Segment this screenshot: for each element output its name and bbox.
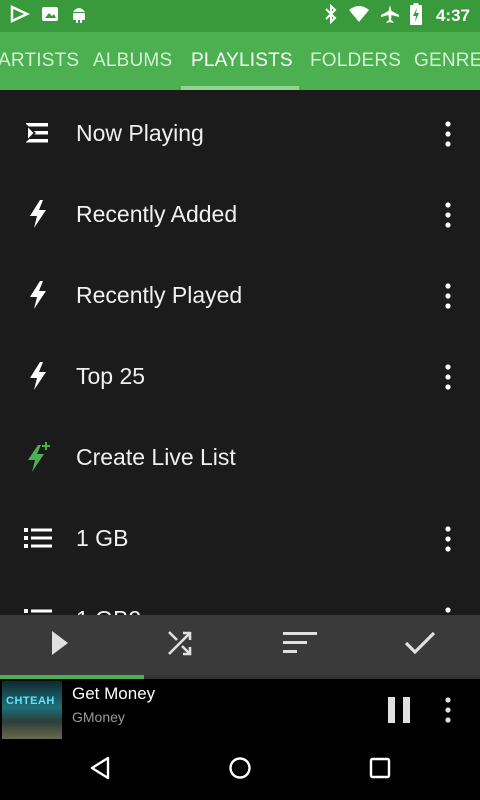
overflow-menu-icon[interactable] [440,524,456,554]
android-debug-icon [70,4,88,29]
list-item-label: 1 GB [76,525,129,551]
list-item-label: Recently Added [76,201,238,227]
overflow-menu-icon[interactable] [440,281,456,311]
pause-button[interactable] [384,695,414,725]
bolt-add-icon [22,441,54,473]
active-tab-indicator [181,86,299,90]
home-icon [228,756,252,785]
list-item-label: Recently Played [76,282,243,308]
playlist-list[interactable]: Now Playing Recently Added Recently Play… [0,93,480,615]
overflow-menu-icon[interactable] [440,200,456,230]
track-progress-bar [0,675,480,679]
list-item-label: Create Live List [76,444,236,470]
overflow-menu-icon[interactable] [440,362,456,392]
system-nav-bar [0,740,480,800]
back-button[interactable] [60,740,140,800]
track-artist: GMoney [72,709,125,725]
shuffle-icon [165,628,195,663]
back-icon [88,756,112,785]
bolt-icon [22,360,54,392]
bluetooth-icon [324,3,338,29]
play-button[interactable] [0,615,120,675]
tab-folders[interactable]: FOLDERS [310,32,401,90]
sort-button[interactable] [240,615,360,675]
list-item[interactable]: Now Playing [0,93,480,174]
status-bar: 4:37 [0,0,480,32]
overflow-menu-icon[interactable] [440,695,456,725]
play-icon [48,629,72,662]
airplane-icon [380,4,400,29]
now-playing-bar[interactable]: CHTEAH Get Money GMoney [0,675,480,740]
list-item-label: 1 GB2 [76,579,141,615]
list-item-label: Now Playing [76,120,204,146]
list-item[interactable]: Recently Played [0,255,480,336]
recents-icon [369,757,391,784]
create-live-list-item[interactable]: Create Live List [0,417,480,498]
check-icon [404,630,436,661]
bolt-icon [22,198,54,230]
done-button[interactable] [360,615,480,675]
pause-icon [388,697,410,723]
playlist-action-bar [0,615,480,675]
bolt-icon [22,279,54,311]
list-icon [22,603,54,615]
list-item[interactable]: 1 GB2 [0,579,480,615]
list-icon [22,522,54,554]
tab-genres[interactable]: GENRES [414,32,480,90]
battery-charging-icon [409,2,422,30]
list-item-label: Top 25 [76,363,146,389]
overflow-menu-icon[interactable] [440,119,456,149]
sort-icon [282,630,318,661]
wifi-icon [348,5,370,28]
album-art-text: CHTEAH [6,695,55,707]
tab-albums[interactable]: ALBUMS [93,32,172,90]
status-time: 4:37 [435,6,470,25]
now-playing-icon [22,117,54,149]
track-progress-fill [0,675,144,679]
tab-artists[interactable]: ARTISTS [0,32,79,90]
album-art[interactable]: CHTEAH [2,681,62,739]
shuffle-button[interactable] [120,615,240,675]
home-button[interactable] [200,740,280,800]
overflow-menu-icon[interactable] [440,605,456,615]
track-title: Get Money [72,684,156,703]
tab-bar: ARTISTS ALBUMS PLAYLISTS FOLDERS GENRES [0,32,480,90]
list-item[interactable]: Recently Added [0,174,480,255]
list-item[interactable]: Top 25 [0,336,480,417]
list-item[interactable]: 1 GB [0,498,480,579]
tab-playlists[interactable]: PLAYLISTS [191,32,293,90]
play-store-icon [10,4,30,28]
recents-button[interactable] [340,740,420,800]
photo-icon [40,5,60,28]
